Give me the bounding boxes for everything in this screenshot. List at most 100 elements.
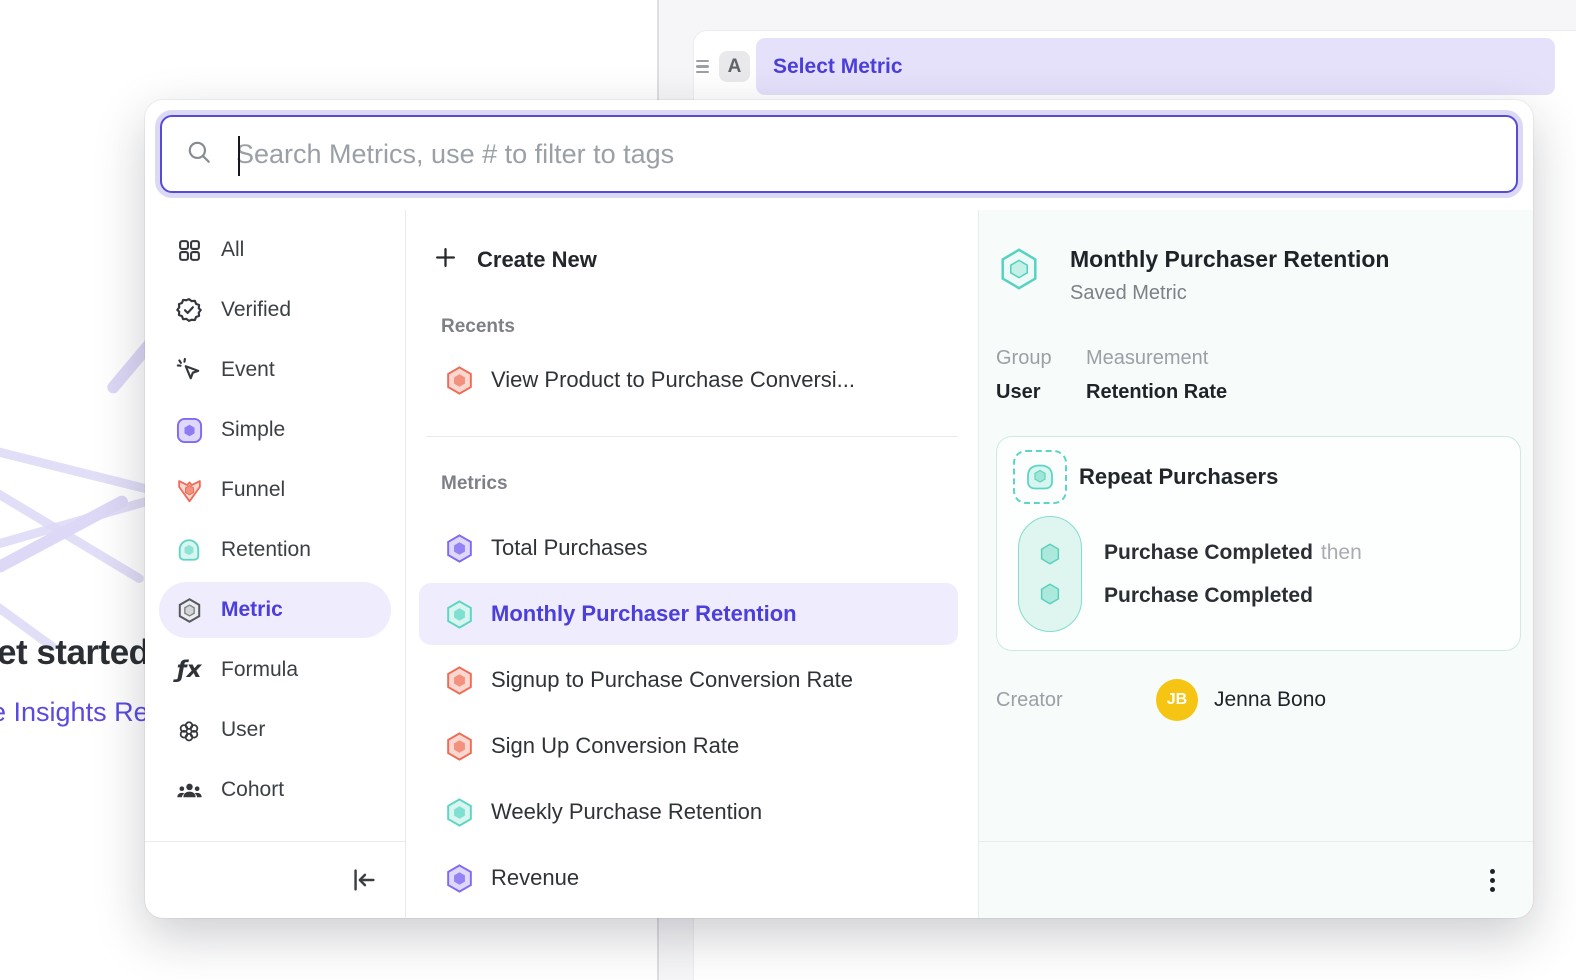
sidebar-item-funnel[interactable]: Funnel bbox=[159, 462, 391, 518]
details-subtitle: Saved Metric bbox=[1070, 282, 1389, 305]
user-flower-icon bbox=[175, 717, 203, 743]
cursor-event-icon bbox=[175, 357, 203, 383]
sidebar-item-label: Verified bbox=[221, 298, 291, 322]
background-illustration bbox=[0, 100, 146, 980]
kebab-menu-icon[interactable] bbox=[1484, 863, 1501, 898]
metric-row-label: Weekly Purchase Retention bbox=[491, 799, 762, 825]
metric-hexagon-icon bbox=[175, 597, 203, 624]
sidebar-item-label: Event bbox=[221, 358, 275, 382]
metric-teal-hexagon-icon bbox=[996, 246, 1042, 292]
sidebar-item-simple[interactable]: Simple bbox=[159, 402, 391, 458]
metric-row[interactable]: Sign Up Conversion Rate bbox=[419, 715, 958, 777]
measurement-label: Measurement bbox=[1086, 347, 1227, 370]
retention-dashed-icon bbox=[1013, 450, 1067, 504]
sidebar-item-label: Retention bbox=[221, 538, 311, 562]
metric-picker-modal: All Verified Event bbox=[145, 100, 1533, 918]
text-cursor bbox=[238, 136, 240, 176]
hexagon-icon bbox=[444, 731, 475, 762]
retention-steps-capsule bbox=[1018, 516, 1082, 632]
search-bar[interactable] bbox=[160, 115, 1518, 193]
get-started-heading-fragment: et started. bbox=[0, 633, 159, 673]
create-new-button[interactable]: Create New bbox=[419, 238, 958, 282]
creator-name: Jenna Bono bbox=[1214, 688, 1326, 712]
sidebar-item-user[interactable]: User bbox=[159, 702, 391, 758]
metric-list: Create New Recents View Product to Purch… bbox=[405, 210, 978, 918]
simple-metric-icon bbox=[175, 417, 203, 444]
hexagon-icon bbox=[444, 365, 475, 396]
sidebar-item-cohort[interactable]: Cohort bbox=[159, 762, 391, 818]
creator-avatar: JB bbox=[1156, 679, 1198, 721]
category-sidebar: All Verified Event bbox=[145, 210, 405, 918]
screen: A Select Metric et started. e Insights R… bbox=[0, 0, 1576, 980]
metric-row-label: Revenue bbox=[491, 865, 579, 891]
hexagon-icon bbox=[444, 863, 475, 894]
query-builder-row: A Select Metric bbox=[694, 38, 1555, 95]
search-icon bbox=[186, 139, 212, 170]
definition-card: Repeat Purchasers Purchase Completed then… bbox=[996, 436, 1521, 651]
recents-section-label: Recents bbox=[441, 316, 958, 338]
formula-icon: ƒx bbox=[175, 657, 203, 683]
plus-icon bbox=[433, 245, 458, 276]
metric-details-panel: Monthly Purchaser Retention Saved Metric… bbox=[978, 210, 1533, 918]
step-event: Purchase Completed bbox=[1104, 541, 1313, 564]
sidebar-item-metric[interactable]: Metric bbox=[159, 582, 391, 638]
sidebar-item-formula[interactable]: ƒx Formula bbox=[159, 642, 391, 698]
group-value: User bbox=[996, 381, 1086, 404]
sidebar-footer bbox=[145, 841, 405, 918]
sidebar-item-label: Simple bbox=[221, 418, 285, 442]
sidebar-item-verified[interactable]: Verified bbox=[159, 282, 391, 338]
create-new-label: Create New bbox=[477, 247, 597, 273]
collapse-sidebar-icon bbox=[349, 865, 379, 895]
retention-steps: Purchase Completed then Purchase Complete… bbox=[1104, 516, 1362, 632]
step-line: Purchase Completed bbox=[1104, 584, 1362, 608]
metric-row[interactable]: Weekly Purchase Retention bbox=[419, 781, 958, 843]
definition-card-title: Repeat Purchasers bbox=[1079, 464, 1278, 490]
creator-label: Creator bbox=[996, 689, 1156, 712]
hexagon-icon bbox=[444, 797, 475, 828]
sidebar-item-label: Funnel bbox=[221, 478, 285, 502]
drag-handle-icon[interactable] bbox=[694, 56, 711, 77]
step-hexagon-icon bbox=[1037, 581, 1063, 607]
details-meta: Group User Measurement Retention Rate bbox=[996, 347, 1521, 404]
metric-row[interactable]: Revenue bbox=[419, 847, 958, 909]
insights-report-link-fragment[interactable]: e Insights Re bbox=[0, 697, 149, 728]
sidebar-item-label: Metric bbox=[221, 598, 283, 622]
metric-row[interactable]: Total Purchases bbox=[419, 517, 958, 579]
search-input[interactable] bbox=[234, 138, 1492, 171]
collapse-sidebar-button[interactable] bbox=[349, 865, 379, 895]
details-header: Monthly Purchaser Retention Saved Metric bbox=[996, 246, 1521, 305]
metric-row-label: Monthly Purchaser Retention bbox=[491, 601, 797, 627]
metric-row-selected[interactable]: Monthly Purchaser Retention bbox=[419, 583, 958, 645]
metric-row[interactable]: Signup to Purchase Conversion Rate bbox=[419, 649, 958, 711]
metric-row-label: Sign Up Conversion Rate bbox=[491, 733, 739, 759]
sidebar-item-event[interactable]: Event bbox=[159, 342, 391, 398]
sidebar-item-retention[interactable]: Retention bbox=[159, 522, 391, 578]
hexagon-icon bbox=[444, 533, 475, 564]
measurement-value: Retention Rate bbox=[1086, 381, 1227, 404]
sidebar-item-label: Formula bbox=[221, 658, 298, 682]
metric-row-label: Total Purchases bbox=[491, 535, 648, 561]
cohort-people-icon bbox=[175, 777, 203, 804]
hexagon-icon bbox=[444, 665, 475, 696]
creator-row: Creator JB Jenna Bono bbox=[996, 679, 1521, 721]
picker-body: All Verified Event bbox=[145, 210, 1533, 918]
step-event: Purchase Completed bbox=[1104, 584, 1313, 607]
details-title: Monthly Purchaser Retention bbox=[1070, 246, 1389, 273]
metrics-section-label: Metrics bbox=[441, 473, 958, 495]
select-metric-button[interactable]: Select Metric bbox=[756, 38, 1555, 95]
sidebar-item-all[interactable]: All bbox=[159, 222, 391, 278]
series-badge: A bbox=[719, 51, 750, 82]
metric-row-label: Signup to Purchase Conversion Rate bbox=[491, 667, 853, 693]
recent-item[interactable]: View Product to Purchase Conversi... bbox=[419, 352, 958, 408]
recent-item-label: View Product to Purchase Conversi... bbox=[491, 367, 855, 393]
funnel-icon bbox=[175, 477, 203, 504]
step-hexagon-icon bbox=[1037, 541, 1063, 567]
retention-icon bbox=[175, 537, 203, 563]
step-connector: then bbox=[1321, 541, 1362, 564]
select-metric-label: Select Metric bbox=[773, 55, 903, 79]
section-divider bbox=[426, 436, 958, 437]
step-line: Purchase Completed then bbox=[1104, 541, 1362, 565]
sidebar-item-label: User bbox=[221, 718, 265, 742]
sidebar-item-label: Cohort bbox=[221, 778, 284, 802]
verified-badge-icon bbox=[175, 297, 203, 323]
